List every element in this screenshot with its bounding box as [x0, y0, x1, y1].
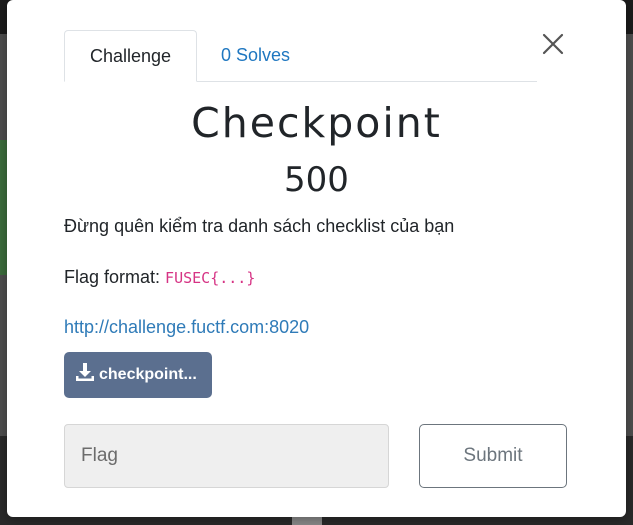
flag-format-code: FUSEC{...}	[165, 269, 256, 287]
challenge-description: Đừng quên kiểm tra danh sách checklist c…	[64, 216, 455, 236]
challenge-title: Checkpoint	[191, 99, 442, 147]
modal-tabs: Challenge 0 Solves	[64, 30, 537, 82]
close-icon	[542, 33, 564, 55]
tab-solves[interactable]: 0 Solves	[201, 30, 310, 81]
flag-input[interactable]	[64, 424, 389, 488]
close-button[interactable]	[541, 32, 565, 56]
download-icon	[76, 363, 94, 381]
download-file-button[interactable]: checkpoint...	[64, 352, 212, 398]
tab-challenge[interactable]: Challenge	[64, 30, 197, 82]
download-file-label: checkpoint...	[99, 366, 197, 383]
submit-button[interactable]: Submit	[419, 424, 567, 488]
flag-format-line: Flag format: FUSEC{...}	[64, 267, 255, 288]
challenge-url-link[interactable]: http://challenge.fuctf.com:8020	[64, 317, 309, 338]
challenge-value: 500	[284, 160, 349, 200]
flag-format-label: Flag format:	[64, 267, 161, 287]
challenge-modal: Challenge 0 Solves Checkpoint 500 Đừng q…	[7, 0, 626, 517]
